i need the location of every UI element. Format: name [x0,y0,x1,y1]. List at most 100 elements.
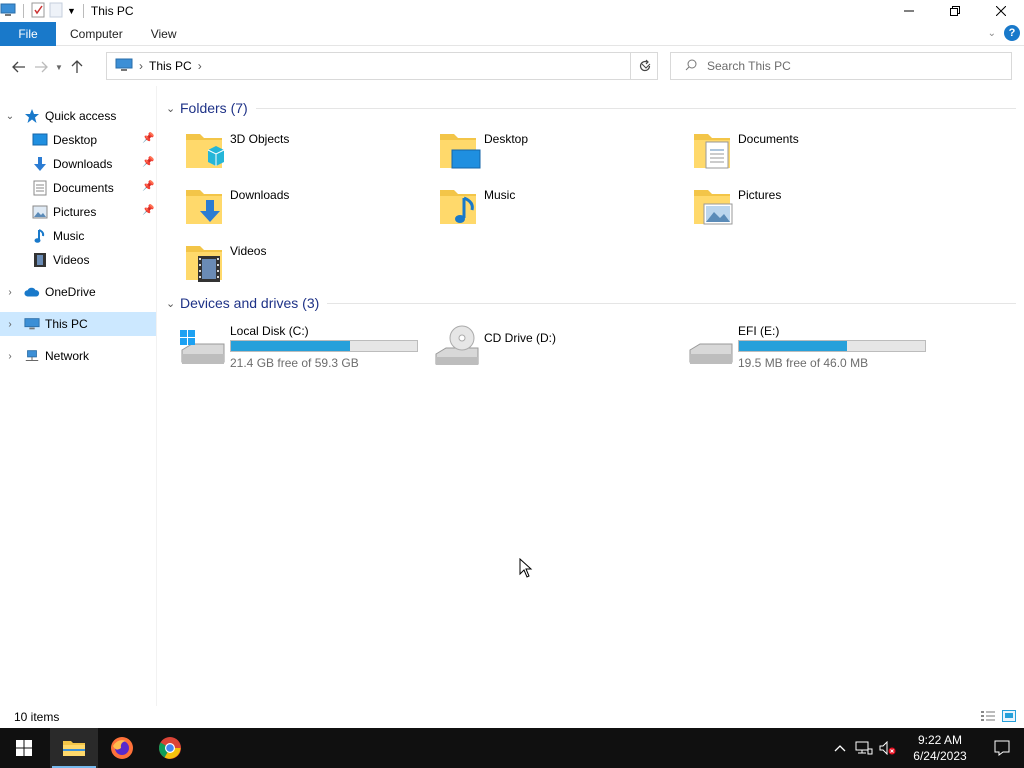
folder-tile-videos[interactable]: Videos [184,240,434,292]
customize-toolbar-chevron-icon[interactable]: ▼ [67,6,76,16]
sidebar-item-quick-access[interactable]: ⌄ Quick access [0,104,156,128]
minimize-button[interactable] [886,0,932,22]
group-divider [327,302,1016,304]
drive-usage-bar [230,340,418,352]
clock[interactable]: 9:22 AM 6/24/2023 [900,732,980,764]
address-bar[interactable]: › This PC › [106,52,658,80]
new-folder-icon[interactable] [49,2,63,21]
properties-icon[interactable] [31,2,45,21]
sidebar-item-network[interactable]: › Network [0,344,156,368]
details-view-icon[interactable] [980,710,996,725]
pictures-icon [32,204,48,220]
folder-downloads-icon [186,190,222,224]
taskbar-firefox[interactable] [98,728,146,768]
windows-logo-icon [16,740,32,756]
music-note-icon [32,228,48,244]
ribbon-right-controls: ⌄ ? [988,25,1020,41]
system-tray: 9:22 AM 6/24/2023 [828,728,1024,768]
tab-computer[interactable]: Computer [56,22,137,46]
refresh-button[interactable] [630,52,658,80]
sidebar-item-videos[interactable]: Videos [0,248,156,272]
folder-tile-downloads[interactable]: Downloads [184,184,434,236]
document-icon [32,180,48,196]
breadcrumb-separator-icon[interactable]: › [198,59,202,73]
hard-drive-icon [689,343,733,364]
action-center-button[interactable] [980,728,1024,768]
sidebar-item-label: Music [53,229,85,243]
status-bar: 10 items [0,706,1024,728]
network-icon [24,348,40,364]
notification-icon [994,740,1010,756]
sidebar-item-music[interactable]: Music [0,224,156,248]
expand-ribbon-chevron-icon[interactable]: ⌄ [988,28,996,39]
drives-group-header[interactable]: ⌄ Devices and drives (3) [166,292,1016,314]
search-placeholder: Search This PC [707,59,791,73]
drives-group-title: Devices and drives (3) [180,295,320,311]
pin-icon: 📌 [142,133,155,144]
breadcrumb-separator-icon[interactable]: › [139,59,143,73]
search-input[interactable]: Search This PC [670,52,1012,80]
sidebar-item-label: OneDrive [45,285,96,299]
expanded-chevron-icon[interactable]: ⌄ [166,297,180,310]
taskbar-file-explorer[interactable] [50,728,98,768]
quick-access-toolbar: ▼ [0,2,87,21]
group-divider [255,107,1016,109]
navigation-bar: ▼ › This PC › Search This PC [0,50,1024,84]
restore-button[interactable] [932,0,978,22]
drive-tile-c[interactable]: Local Disk (C:) 21.4 GB free of 59.3 GB [178,322,428,372]
show-hidden-icons-chevron-icon[interactable] [828,728,852,768]
collapsed-chevron-icon[interactable]: › [4,287,16,298]
close-button[interactable] [978,0,1024,22]
taskbar-chrome[interactable] [146,728,194,768]
folders-group-header[interactable]: ⌄ Folders (7) [166,97,1016,119]
volume-muted-icon[interactable] [876,728,900,768]
folder-tile-documents[interactable]: Documents [692,128,942,180]
drive-name: Local Disk (C:) [230,324,309,338]
collapsed-chevron-icon[interactable]: › [4,319,16,330]
sidebar-item-label: Quick access [45,109,117,123]
large-icons-view-icon[interactable] [1002,710,1016,725]
collapsed-chevron-icon[interactable]: › [4,351,16,362]
ribbon-tabs: File Computer View ⌄ ? [0,21,1024,46]
pane-divider[interactable] [156,86,157,706]
folder-tile-music[interactable]: Music [438,184,688,236]
sidebar-item-label: Videos [53,253,90,267]
folder-name: Desktop [484,132,529,146]
drive-name: EFI (E:) [738,324,780,338]
expanded-chevron-icon[interactable]: ⌄ [166,102,180,115]
back-button[interactable] [8,55,30,79]
folder-tile-desktop[interactable]: Desktop [438,128,688,180]
up-button[interactable] [66,55,88,79]
folder-tile-pictures[interactable]: Pictures [692,184,942,236]
window-controls [886,0,1024,22]
sidebar-item-onedrive[interactable]: › OneDrive [0,280,156,304]
tab-file[interactable]: File [0,21,56,46]
help-icon[interactable]: ? [1004,25,1020,41]
forward-button[interactable] [30,55,52,79]
breadcrumb-this-pc[interactable]: This PC [149,59,192,73]
network-status-icon[interactable] [852,728,876,768]
folder-name: 3D Objects [230,132,290,146]
hard-drive-windows-icon [180,330,225,364]
sidebar-item-documents[interactable]: Documents 📌 [0,176,156,200]
drive-tile-d[interactable]: CD Drive (D:) [432,322,682,372]
item-count: 10 items [14,710,60,724]
title-bar: ▼ This PC [0,0,1024,22]
sidebar-item-downloads[interactable]: Downloads 📌 [0,152,156,176]
sidebar-item-desktop[interactable]: Desktop 📌 [0,128,156,152]
recent-locations-button[interactable]: ▼ [52,55,66,79]
refresh-icon [639,59,650,72]
file-explorer-icon [63,741,85,756]
sidebar-item-this-pc[interactable]: › This PC [0,312,156,336]
drive-tile-e[interactable]: EFI (E:) 19.5 MB free of 46.0 MB [686,322,936,372]
folder-tile-3d-objects[interactable]: 3D Objects [184,128,434,180]
sidebar-item-pictures[interactable]: Pictures 📌 [0,200,156,224]
sidebar-item-label: Desktop [53,133,98,147]
tab-view[interactable]: View [137,22,191,46]
drive-usage-fill [739,341,847,351]
window-title: This PC [90,4,134,18]
computer-icon [115,58,133,75]
expanded-chevron-icon[interactable]: ⌄ [4,111,16,122]
start-button[interactable] [0,728,48,768]
sidebar-item-label: Pictures [53,205,97,219]
